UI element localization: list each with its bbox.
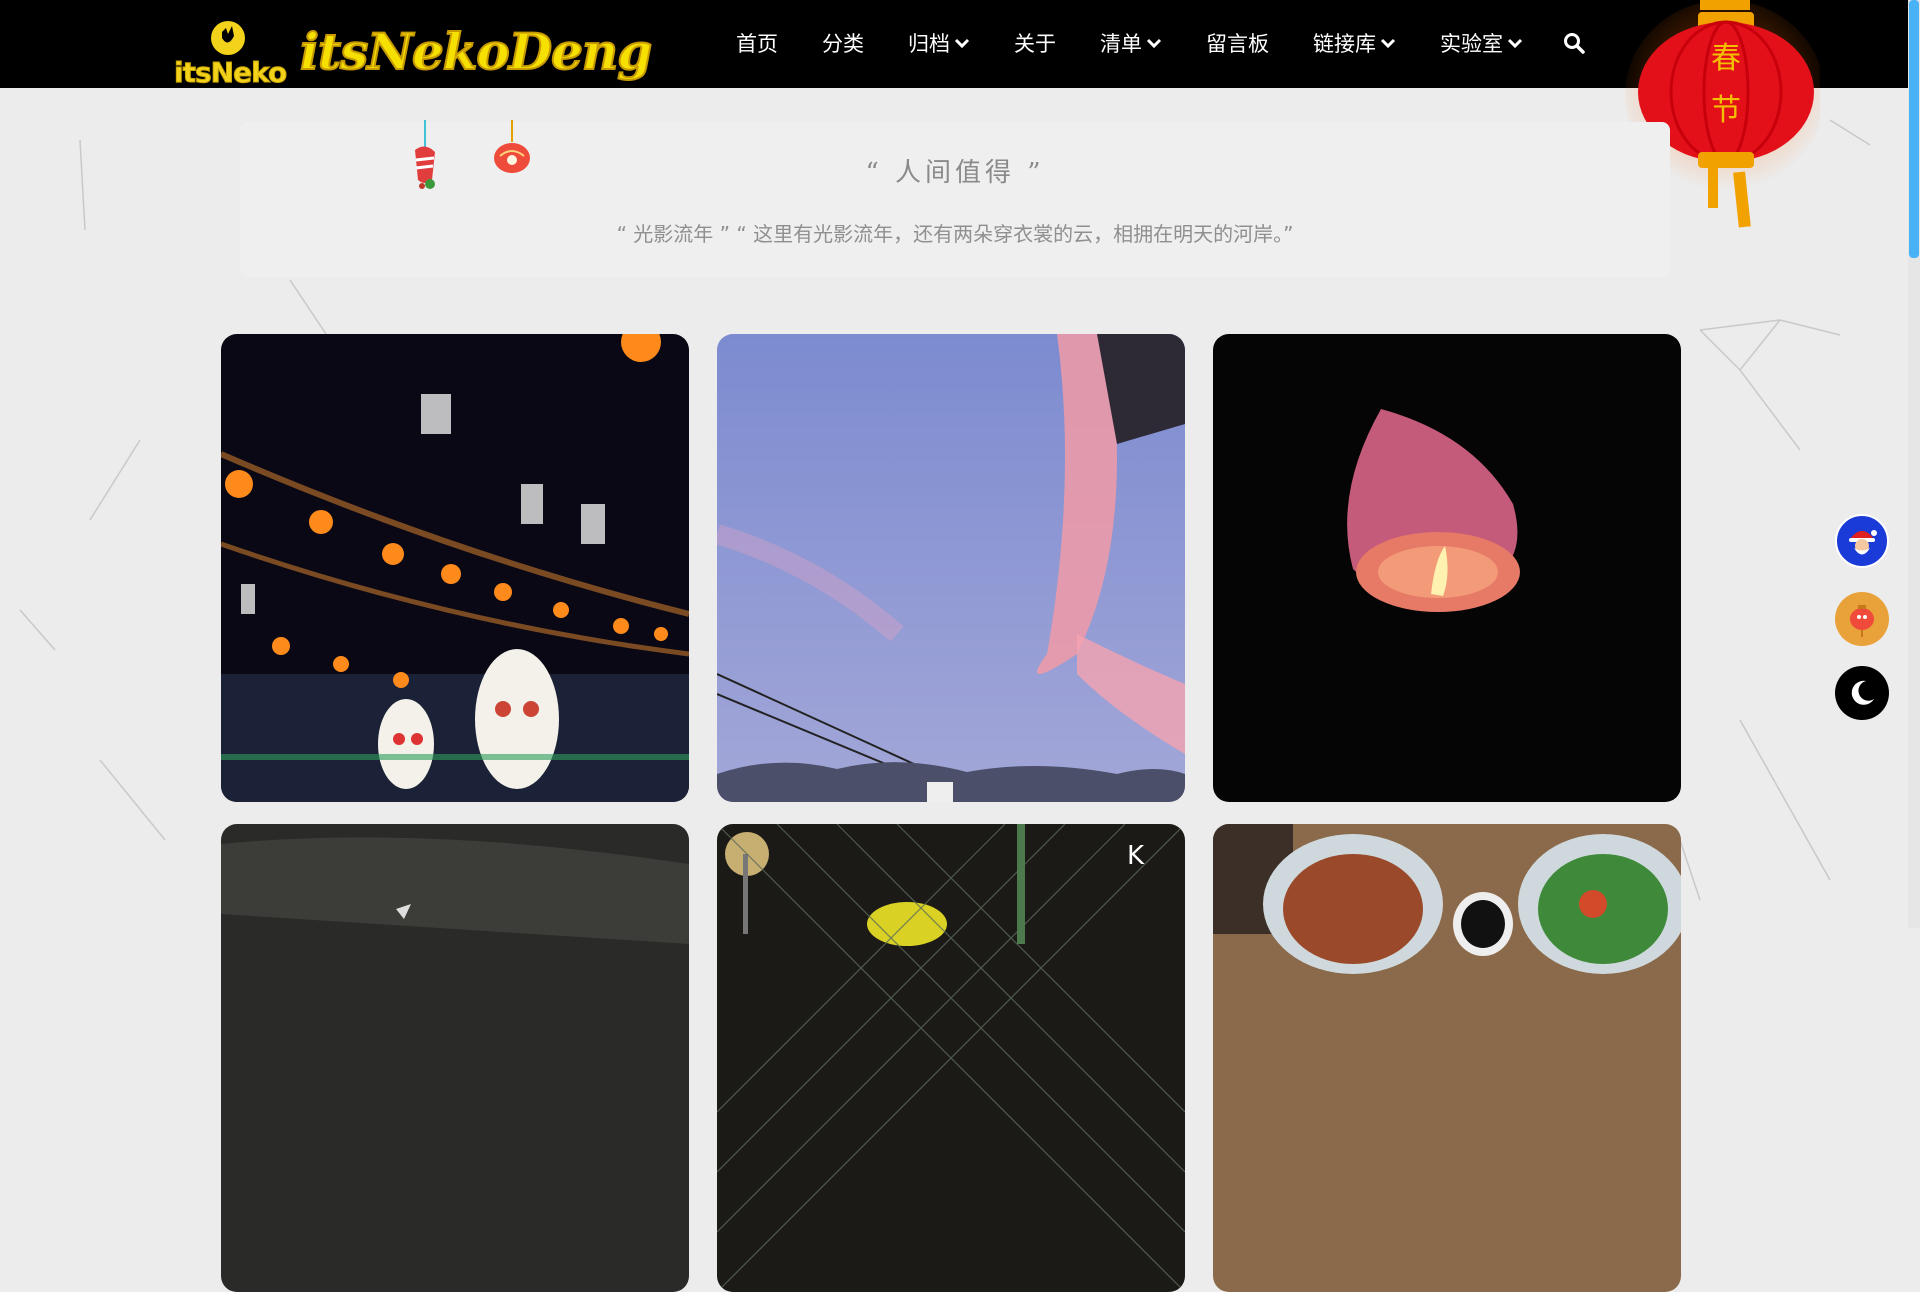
photo-image	[1213, 334, 1681, 802]
photo-image	[221, 824, 689, 1292]
cat-logo-icon	[211, 21, 245, 55]
nav-item-guestbook[interactable]: 留言板	[1206, 28, 1269, 58]
photo-night-fence[interactable]: K	[717, 824, 1185, 1292]
search-icon[interactable]	[1563, 32, 1585, 54]
nav-item-lab[interactable]: 实验室	[1440, 28, 1523, 58]
nav-item-archive[interactable]: 归档	[908, 28, 970, 58]
photo-image	[717, 334, 1185, 802]
photo-pink-sky[interactable]	[717, 334, 1185, 802]
nav-label: 归档	[908, 32, 950, 56]
photo-image	[1213, 824, 1681, 1292]
chevron-down-icon	[1146, 38, 1162, 49]
nav-label: 清单	[1100, 32, 1142, 56]
nav-label: 留言板	[1206, 32, 1269, 56]
chevron-down-icon	[1507, 38, 1523, 49]
quote-card: “ 人间值得 ” “ 光影流年 ” “ 这里有光影流年，还有两朵穿衣裳的云，相拥…	[240, 122, 1670, 277]
ornament-decoration-icon	[494, 120, 530, 173]
nav-item-categories[interactable]: 分类	[822, 28, 864, 58]
nav-item-links[interactable]: 链接库	[1313, 28, 1396, 58]
nav-label: 链接库	[1313, 32, 1376, 56]
site-logo[interactable]: itsNeko	[172, 18, 288, 90]
photo-image	[221, 334, 689, 802]
photo-image: K	[717, 824, 1185, 1292]
candy-decoration-icon	[415, 120, 435, 189]
quote-title: “ 人间值得 ”	[865, 158, 1045, 188]
logo-text: itsNeko	[173, 56, 287, 90]
lantern-avatar-button[interactable]	[1835, 592, 1889, 646]
nav-label: 实验室	[1440, 32, 1503, 56]
lantern-text-bottom: 节	[1711, 93, 1741, 128]
nav-item-home[interactable]: 首页	[736, 28, 778, 58]
scrollbar-thumb[interactable]	[1909, 0, 1919, 258]
nav-label: 首页	[736, 32, 778, 56]
santa-avatar-button[interactable]	[1835, 514, 1889, 568]
dark-mode-button[interactable]	[1835, 666, 1889, 720]
photo-seafood-dishes[interactable]	[1213, 824, 1681, 1292]
moon-icon	[1851, 680, 1874, 705]
nav-item-list[interactable]: 清单	[1100, 28, 1162, 58]
photo-watermark: K	[1127, 841, 1145, 871]
photo-lanterns-festival[interactable]	[221, 334, 689, 802]
quote-subtitle: “ 光影流年 ” “ 这里有光影流年，还有两朵穿衣裳的云，相拥在明天的河岸。”	[616, 222, 1294, 246]
photo-sky-lantern[interactable]	[1213, 334, 1681, 802]
brand-wordmark[interactable]: itsNekoDeng	[299, 21, 653, 82]
photo-night-road[interactable]	[221, 824, 689, 1292]
lantern-text-top: 春	[1711, 41, 1741, 76]
nav-item-about[interactable]: 关于	[1014, 28, 1056, 58]
chevron-down-icon	[1380, 38, 1396, 49]
lantern-icon	[1850, 605, 1874, 637]
main-nav: 首页 分类 归档 关于 清单 留言板 链接库 实验室	[736, 28, 1585, 58]
santa-icon	[1849, 530, 1877, 555]
nav-label: 关于	[1014, 32, 1056, 56]
chevron-down-icon	[954, 38, 970, 49]
nav-label: 分类	[822, 32, 864, 56]
